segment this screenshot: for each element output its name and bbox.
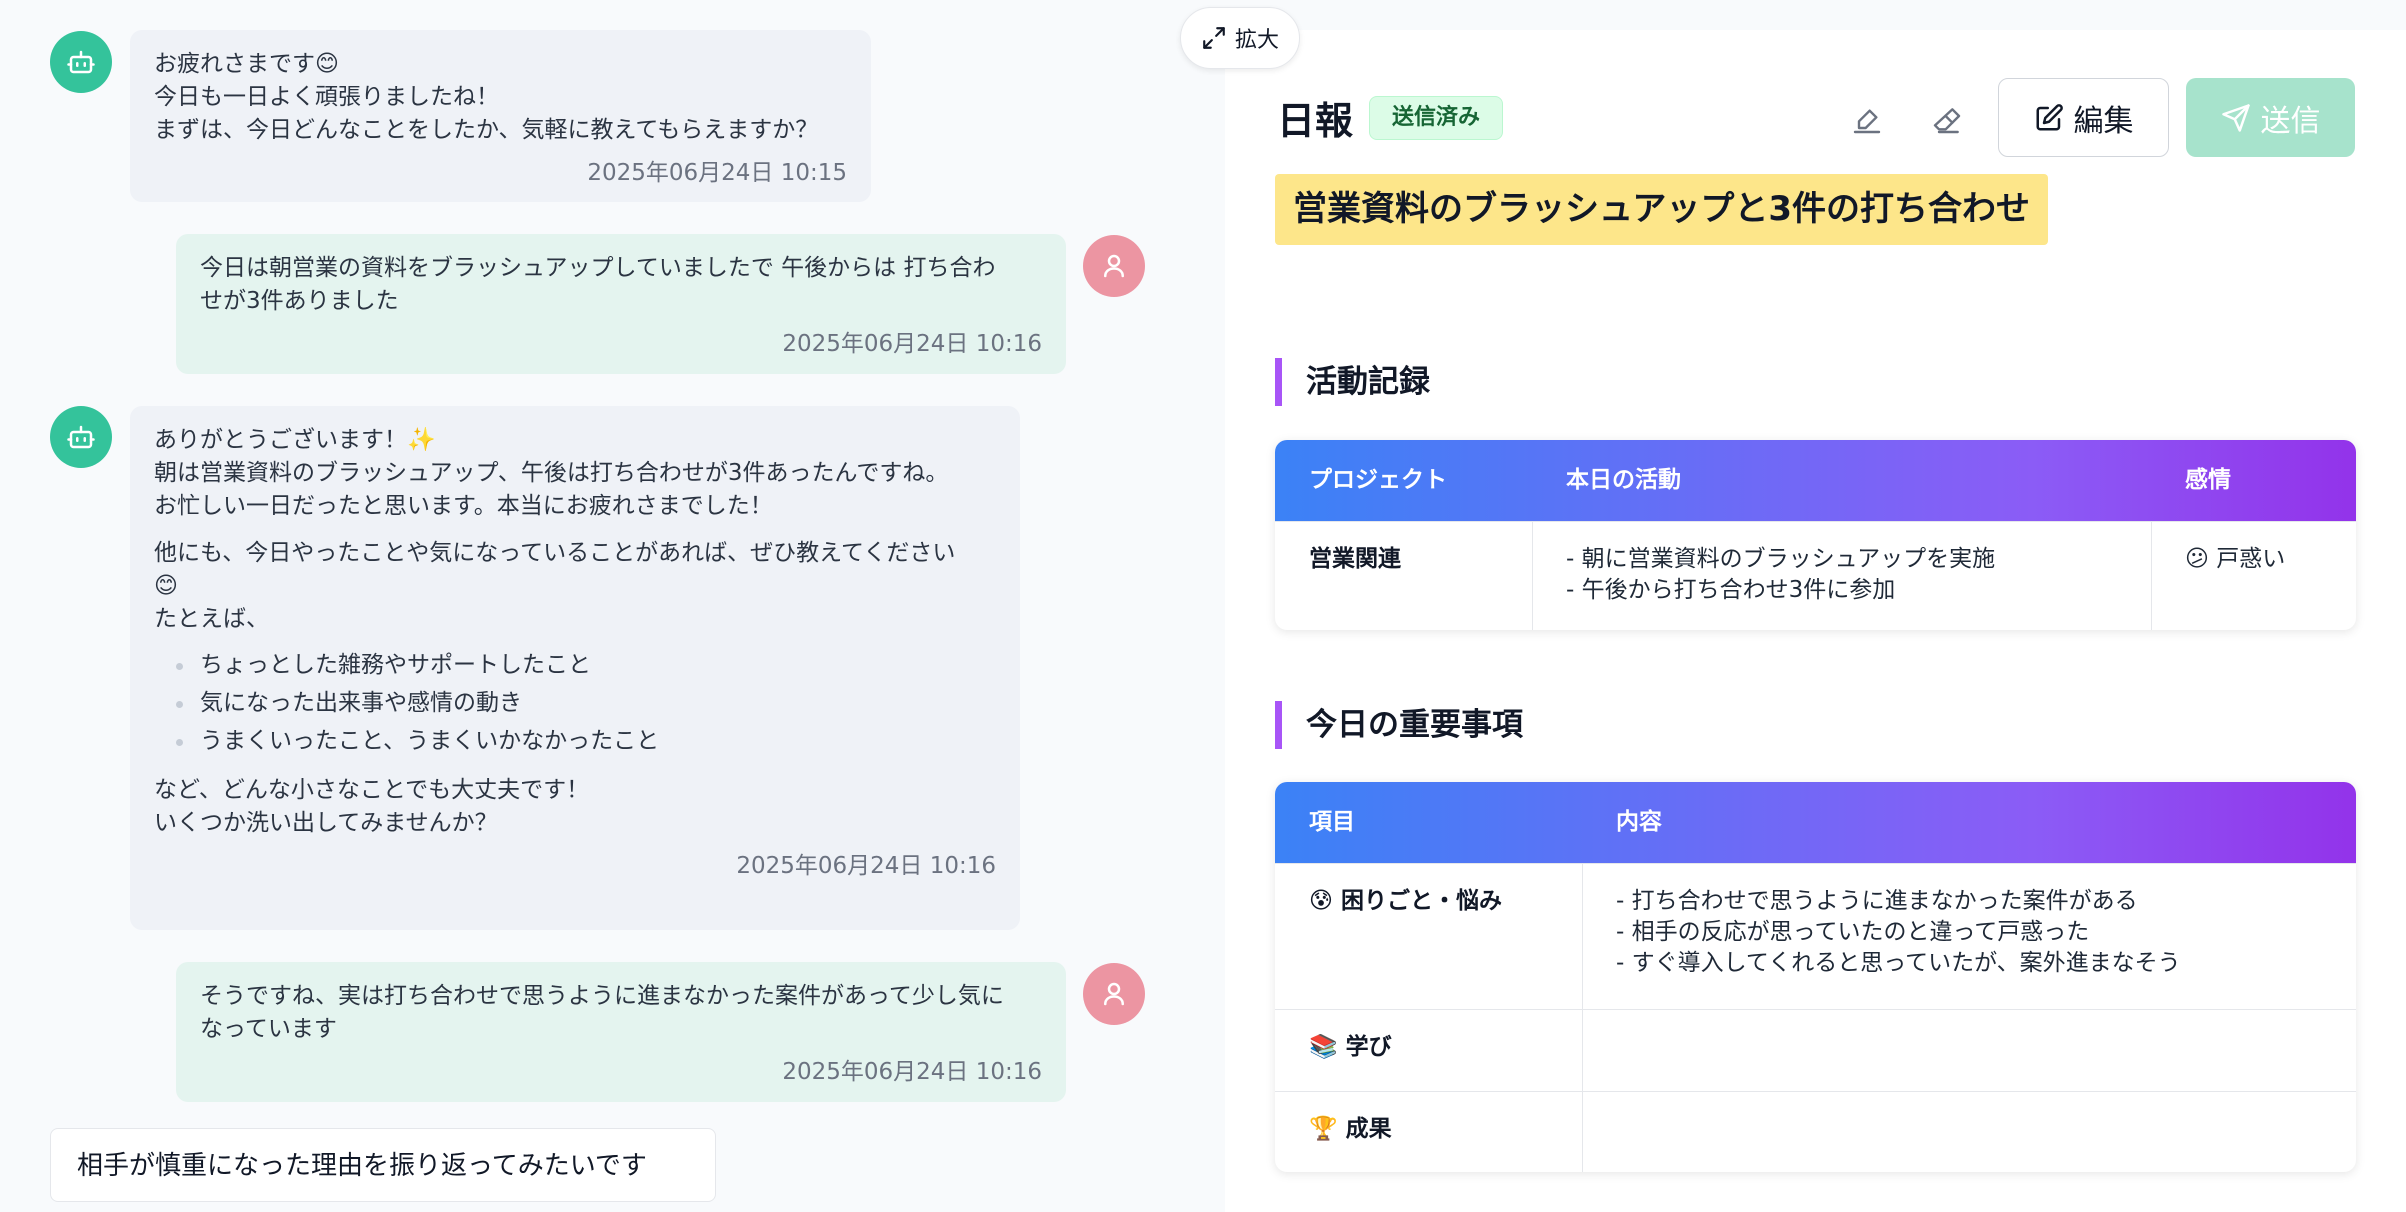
message-line: そうですね、実は打ち合わせで思うように進まなかった案件があって少し気に: [200, 983, 1004, 1009]
column-header: 内容: [1616, 809, 1662, 835]
report-title: 日報: [1277, 99, 1354, 143]
important-table: 項目 内容 😰 困りごと・悩み - 打ち合わせで思うように進まなかった案件がある…: [1275, 782, 2356, 1172]
list-item: うまくいったこと、うまくいかなかったこと: [176, 722, 996, 760]
activity-cell: - 朝に営業資料のブラッシュアップを実施 - 午後から打ち合わせ3件に参加: [1566, 522, 1995, 630]
message-line: など、どんな小さなことでも大丈夫です！: [154, 777, 590, 803]
item-cell: 📚 学び: [1309, 1034, 1392, 1060]
activity-table: プロジェクト 本日の活動 感情 営業関連 - 朝に営業資料のブラッシュアップを実…: [1275, 440, 2356, 630]
message-timestamp: 2025年06月24日 10:16: [782, 1059, 1042, 1085]
chat-message-bot: ありがとうございます！✨ 朝は営業資料のブラッシュアップ、午後は打ち合わせが3件…: [130, 406, 1020, 930]
user-avatar: [1083, 235, 1145, 297]
edit-icon: [2036, 103, 2063, 130]
column-header: 本日の活動: [1566, 467, 1681, 493]
edit-label: 編集: [2073, 103, 2134, 139]
send-label: 送信: [2260, 103, 2321, 139]
send-icon: [2221, 103, 2250, 132]
chat-message-user: 今日は朝営業の資料をブラッシュアップしていましたで 午後からは 打ち合わ せが3…: [176, 234, 1066, 374]
chat-panel: お疲れさまです😊 今日も一日よく頑張りましたね！ まずは、今日どんなことをしたか…: [0, 0, 1225, 1212]
send-button[interactable]: 送信: [2186, 78, 2355, 157]
activity-line: - 午後から打ち合わせ3件に参加: [1566, 577, 1896, 603]
message-line: いくつか洗い出してみませんか？: [154, 810, 498, 836]
message-timestamp: 2025年06月24日 10:15: [587, 160, 847, 186]
message-line: 😊: [154, 573, 178, 599]
bot-avatar: [50, 406, 112, 468]
activity-line: - 朝に営業資料のブラッシュアップを実施: [1566, 546, 1996, 572]
status-badge: 送信済み: [1369, 96, 1504, 140]
edit-button[interactable]: 編集: [1998, 78, 2169, 157]
content-cell: - 打ち合わせで思うように進まなかった案件がある - 相手の反応が思っていたのと…: [1616, 864, 2181, 1009]
message-line: お忙しい一日だったと思います。本当にお疲れさまでした！: [154, 493, 773, 519]
expand-button[interactable]: 拡大: [1180, 7, 1300, 69]
message-line: 今日も一日よく頑張りましたね！: [154, 84, 499, 110]
message-timestamp: 2025年06月24日 10:16: [782, 331, 1042, 357]
expand-label: 拡大: [1234, 28, 1279, 53]
list-item: 気になった出来事や感情の動き: [176, 684, 996, 722]
eraser-icon: [1933, 108, 1961, 134]
column-header: プロジェクト: [1309, 467, 1447, 493]
table-row: 営業関連 - 朝に営業資料のブラッシュアップを実施 - 午後から打ち合わせ3件に…: [1275, 521, 2356, 630]
content-line: - すぐ導入してくれると思っていたが、案外進まなそう: [1616, 950, 2181, 976]
report-panel: 日報 送信済み 編集 送信 営業資料のブラッシュアップと3件の打ち合わせ 活動記…: [1225, 30, 2406, 1212]
message-line: 他にも、今日やったことや気になっていることがあれば、ぜひ教えてください: [154, 540, 956, 566]
message-line: せが3件ありました: [200, 288, 399, 314]
item-cell: 😰 困りごと・悩み: [1309, 888, 1502, 914]
table-row: 😰 困りごと・悩み - 打ち合わせで思うように進まなかった案件がある - 相手の…: [1275, 863, 2356, 1009]
message-line: 今日は朝営業の資料をブラッシュアップしていましたで 午後からは 打ち合わ: [200, 255, 996, 281]
emotion-cell: 😕 戸惑い: [2185, 546, 2286, 572]
message-line: お疲れさまです😊: [154, 51, 339, 77]
chat-message-user: そうですね、実は打ち合わせで思うように進まなかった案件があって少し気に なってい…: [176, 962, 1066, 1102]
column-header: 項目: [1309, 809, 1355, 835]
message-line: まずは、今日どんなことをしたか、気軽に教えてもらえますか？: [154, 117, 819, 143]
message-line: なっています: [200, 1016, 337, 1042]
highlight-button[interactable]: [1847, 100, 1887, 140]
user-icon: [1104, 254, 1124, 278]
table-row: 🏆 成果: [1275, 1091, 2356, 1172]
user-icon: [1104, 982, 1124, 1006]
list-item: ちょっとした雑務やサポートしたこと: [176, 646, 996, 684]
eraser-button[interactable]: [1927, 100, 1967, 140]
message-line: 朝は営業資料のブラッシュアップ、午後は打ち合わせが3件あったんですね。: [154, 460, 949, 486]
suggestion-list: ちょっとした雑務やサポートしたこと 気になった出来事や感情の動き うまくいったこ…: [176, 646, 996, 760]
project-cell: 営業関連: [1309, 546, 1401, 572]
bot-avatar: [50, 31, 112, 93]
item-cell: 🏆 成果: [1309, 1116, 1392, 1142]
report-headline: 営業資料のブラッシュアップと3件の打ち合わせ: [1275, 174, 2048, 245]
table-row: 📚 学び: [1275, 1009, 2356, 1091]
content-line: - 相手の反応が思っていたのと違って戸惑った: [1616, 919, 2090, 945]
robot-icon: [67, 50, 95, 74]
chat-message-bot: お疲れさまです😊 今日も一日よく頑張りましたね！ まずは、今日どんなことをしたか…: [130, 30, 871, 202]
activity-section-title: 活動記録: [1275, 358, 1430, 406]
table-header: プロジェクト 本日の活動 感情: [1275, 440, 2356, 521]
table-header: 項目 内容: [1275, 782, 2356, 863]
message-timestamp: 2025年06月24日 10:16: [736, 853, 996, 879]
user-avatar: [1083, 963, 1145, 1025]
robot-icon: [67, 425, 95, 449]
message-line: たとえば、: [154, 606, 269, 632]
column-header: 感情: [2185, 467, 2231, 493]
expand-icon: [1203, 27, 1225, 49]
message-input[interactable]: 相手が慎重になった理由を振り返ってみたいです: [50, 1128, 716, 1202]
pen-icon: [1853, 109, 1881, 134]
message-line: ありがとうございます！✨: [154, 427, 436, 453]
important-section-title: 今日の重要事項: [1275, 701, 1523, 749]
content-line: - 打ち合わせで思うように進まなかった案件がある: [1616, 888, 2138, 914]
